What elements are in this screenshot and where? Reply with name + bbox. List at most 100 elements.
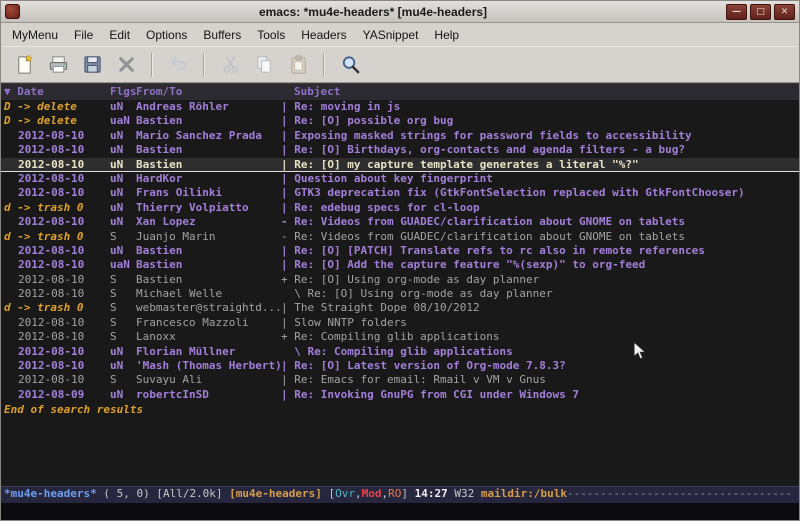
message-row[interactable]: 2012-08-10uNFlorian Müllner \ Re: Compil…: [1, 345, 799, 359]
message-flags: uN: [110, 215, 136, 229]
undo-button[interactable]: [163, 50, 193, 80]
message-subject: | Re: [O] Birthdays, org-contacts and ag…: [281, 143, 799, 157]
close-button[interactable]: ✕: [774, 4, 795, 20]
new-file-button[interactable]: [9, 50, 39, 80]
message-from: 'Mash (Thomas Herbert): [136, 359, 281, 373]
message-flags: uN: [110, 158, 136, 171]
minimize-button[interactable]: —: [726, 4, 747, 20]
message-from: Xan Lopez: [136, 215, 281, 229]
menu-edit[interactable]: Edit: [101, 25, 138, 45]
message-date-cell: 2012-08-10: [1, 316, 110, 330]
message-row[interactable]: 2012-08-10SBastien+ Re: [O] Using org-mo…: [1, 273, 799, 287]
message-date: 2012-08-10: [4, 330, 84, 344]
emacs-window: emacs: *mu4e-headers* [mu4e-headers] —□✕…: [0, 0, 800, 521]
toolbar-separator: [323, 53, 325, 77]
close-icon: [116, 54, 137, 75]
message-row[interactable]: D -> deleteuNAndreas Röhler| Re: moving …: [1, 100, 799, 114]
message-from: Bastien: [136, 158, 281, 171]
message-row[interactable]: 2012-08-10uNBastien| Re: [O] my capture …: [1, 158, 799, 172]
message-row[interactable]: 2012-08-10SMichael Welle \ Re: [O] Using…: [1, 287, 799, 301]
message-from: Florian Müllner: [136, 345, 281, 359]
message-flags: S: [110, 316, 136, 330]
message-row[interactable]: d -> trash 0SJuanjo Marin- Re: Videos fr…: [1, 230, 799, 244]
message-subject: | GTK3 deprecation fix (GtkFontSelection…: [281, 186, 799, 200]
modeline-segment: RO: [388, 487, 401, 500]
message-subject: | Re: [O] my capture template generates …: [281, 158, 799, 171]
message-flags: S: [110, 273, 136, 287]
search-button[interactable]: [335, 50, 365, 80]
menu-help[interactable]: Help: [426, 25, 467, 45]
column-header-flags[interactable]: Flgs: [110, 84, 136, 100]
message-date: 2012-08-10: [4, 129, 84, 143]
message-flags: S: [110, 287, 136, 301]
modeline-segment: Ovr: [335, 487, 355, 500]
message-row[interactable]: 2012-08-10uNBastien| Re: [O] [PATCH] Tra…: [1, 244, 799, 258]
menu-tools[interactable]: Tools: [249, 25, 293, 45]
print-button[interactable]: [43, 50, 73, 80]
menu-mymenu[interactable]: MyMenu: [4, 25, 66, 45]
echo-area[interactable]: [1, 503, 799, 520]
modeline-segment: ,: [355, 487, 362, 500]
message-row[interactable]: d -> trash 0Swebmaster@straightd...| The…: [1, 301, 799, 315]
message-date: 2012-08-10: [4, 345, 84, 359]
message-row[interactable]: 2012-08-10uaNBastien| Re: [O] Add the ca…: [1, 258, 799, 272]
maximize-button[interactable]: □: [750, 4, 771, 20]
save-button[interactable]: [77, 50, 107, 80]
message-row[interactable]: D -> deleteuaNBastien| Re: [O] possible …: [1, 114, 799, 128]
message-flags: uN: [110, 143, 136, 157]
menu-headers[interactable]: Headers: [293, 25, 354, 45]
mark-label: D -> delete: [4, 114, 77, 127]
copy-icon: [254, 54, 275, 75]
menu-yasnippet[interactable]: YASnippet: [355, 25, 427, 45]
message-row[interactable]: 2012-08-10SLanoxx+ Re: Compiling glib ap…: [1, 330, 799, 344]
copy-button[interactable]: [249, 50, 279, 80]
message-from: Juanjo Marin: [136, 230, 281, 244]
message-subject: | Re: Invoking GnuPG from CGI under Wind…: [281, 388, 799, 402]
message-row[interactable]: 2012-08-10uN'Mash (Thomas Herbert)| Re: …: [1, 359, 799, 373]
print-icon: [48, 54, 69, 75]
column-header-subject[interactable]: Subject: [281, 84, 799, 100]
message-date-cell: D -> delete: [1, 114, 110, 128]
message-subject: | Re: [O] Add the capture feature "%(sex…: [281, 258, 799, 272]
message-date-cell: 2012-08-10: [1, 215, 110, 229]
message-flags: uN: [110, 201, 136, 215]
message-row[interactable]: 2012-08-10SFrancesco Mazzoli| Slow NNTP …: [1, 316, 799, 330]
message-flags: uN: [110, 186, 136, 200]
mode-line[interactable]: *mu4e-headers* ( 5, 0) [All/2.0k] [mu4e-…: [1, 486, 799, 503]
menu-buffers[interactable]: Buffers: [195, 25, 249, 45]
message-flags: S: [110, 373, 136, 387]
window-title: emacs: *mu4e-headers* [mu4e-headers]: [24, 5, 722, 19]
column-header-from[interactable]: From/To: [136, 84, 281, 100]
modeline-segment: Mod: [362, 487, 382, 500]
menu-options[interactable]: Options: [138, 25, 195, 45]
message-date-cell: 2012-08-10: [1, 186, 110, 200]
message-row[interactable]: 2012-08-10uNHardKor| Question about key …: [1, 172, 799, 186]
message-flags: S: [110, 230, 136, 244]
message-row[interactable]: 2012-08-09uNrobertcInSD| Re: Invoking Gn…: [1, 388, 799, 402]
message-row[interactable]: 2012-08-10uNBastien| Re: [O] Birthdays, …: [1, 143, 799, 157]
message-date-cell: 2012-08-10: [1, 258, 110, 272]
message-date-cell: D -> delete: [1, 100, 110, 114]
message-from: robertcInSD: [136, 388, 281, 402]
close-button[interactable]: [111, 50, 141, 80]
mark-label: d -> trash 0: [4, 301, 83, 314]
message-row[interactable]: 2012-08-10uNMario Sanchez Prada| Exposin…: [1, 129, 799, 143]
cut-button[interactable]: [215, 50, 245, 80]
message-flags: S: [110, 301, 136, 315]
message-row[interactable]: 2012-08-10SSuvayu Ali| Re: Emacs for ema…: [1, 373, 799, 387]
message-date-cell: d -> trash 0: [1, 201, 110, 215]
message-date-cell: d -> trash 0: [1, 301, 110, 315]
message-from: Bastien: [136, 273, 281, 287]
message-from: HardKor: [136, 172, 281, 186]
message-from: Francesco Mazzoli: [136, 316, 281, 330]
column-header-date[interactable]: ▼ Date: [1, 84, 110, 100]
message-subject: | The Straight Dope 08/10/2012: [281, 301, 799, 315]
message-row[interactable]: 2012-08-10uNFrans Oilinki| GTK3 deprecat…: [1, 186, 799, 200]
buffer-area: ▼ Date Flgs From/To Subject D -> deleteu…: [1, 83, 799, 486]
message-subject: + Re: [O] Using org-mode as day planner: [281, 273, 799, 287]
paste-button[interactable]: [283, 50, 313, 80]
message-row[interactable]: d -> trash 0uNThierry Volpiatto| Re: ede…: [1, 201, 799, 215]
menu-file[interactable]: File: [66, 25, 101, 45]
message-row[interactable]: 2012-08-10uNXan Lopez- Re: Videos from G…: [1, 215, 799, 229]
modeline-segment: W32: [448, 487, 481, 500]
